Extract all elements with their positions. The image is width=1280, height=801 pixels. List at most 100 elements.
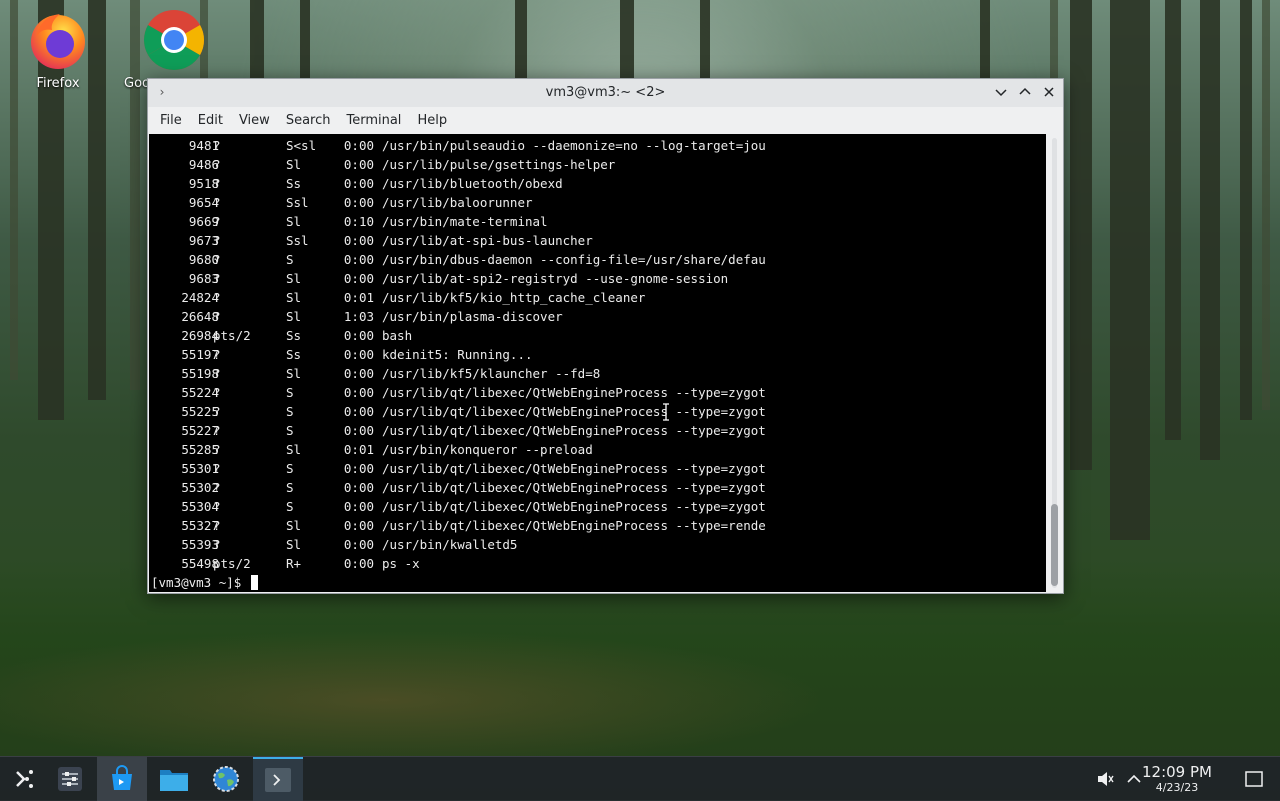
- process-time: 0:00: [343, 404, 374, 419]
- terminal-icon: [265, 768, 291, 792]
- process-stat: S: [286, 480, 294, 495]
- firefox-icon: [26, 8, 90, 72]
- terminal-scrollbar[interactable]: [1047, 134, 1062, 592]
- window-titlebar[interactable]: › vm3@vm3:~ <2>: [148, 79, 1063, 107]
- process-pid: 55498: [181, 556, 219, 571]
- process-command: /usr/bin/konqueror --preload: [382, 442, 593, 457]
- process-stat: S: [286, 252, 294, 267]
- process-tty: ?: [213, 195, 221, 210]
- browser-globe-icon: [213, 766, 239, 792]
- process-row: 9481? S<sl 0:00/usr/bin/pulseaudio --daemo…: [149, 136, 1029, 155]
- process-pid: 55198: [181, 366, 219, 381]
- process-command: /usr/lib/qt/libexec/QtWebEngineProcess -…: [382, 423, 766, 438]
- shell-prompt[interactable]: [vm3@vm3 ~]$: [151, 573, 258, 592]
- process-pid: 9673: [188, 233, 219, 248]
- application-launcher-button[interactable]: [0, 757, 50, 801]
- process-time: 0:00: [343, 233, 374, 248]
- show-desktop-icon: [1245, 771, 1263, 787]
- process-tty: ?: [213, 252, 221, 267]
- system-settings-sliders-icon: [58, 767, 82, 791]
- menu-view[interactable]: View: [231, 109, 278, 132]
- menu-search[interactable]: Search: [278, 109, 339, 132]
- process-stat: Sl: [286, 214, 302, 229]
- process-row: 26984 pts/2 Ss 0:00 bash: [149, 326, 1029, 345]
- process-row: 24824? Sl 0:01/usr/lib/kf5/kio_http_cache_…: [149, 288, 1029, 307]
- process-pid: 24824: [181, 290, 219, 305]
- process-tty: ?: [213, 347, 221, 362]
- menu-bar: File Edit View Search Terminal Help: [148, 107, 1063, 133]
- scrollbar-thumb[interactable]: [1051, 504, 1058, 586]
- process-pid: 26984: [181, 328, 219, 343]
- process-row: 26648? Sl 1:03/usr/bin/plasma-discover: [149, 307, 1029, 326]
- minimize-button[interactable]: [991, 83, 1011, 103]
- desktop-icon-label: Firefox: [36, 76, 80, 91]
- process-time: 0:00: [343, 176, 374, 191]
- show-desktop-button[interactable]: [1232, 757, 1276, 801]
- process-time: 0:00: [343, 556, 374, 571]
- process-stat: S: [286, 423, 294, 438]
- process-stat: Sl: [286, 537, 302, 552]
- process-stat: Sl: [286, 309, 302, 324]
- ibeam-cursor-icon: [663, 403, 669, 421]
- process-time: 0:00: [343, 518, 374, 533]
- process-tty: ?: [213, 214, 221, 229]
- digital-clock[interactable]: 12:09 PM 4/23/23: [1132, 764, 1222, 795]
- process-time: 0:00: [343, 328, 374, 343]
- menu-help[interactable]: Help: [409, 109, 455, 132]
- process-stat: R+: [286, 556, 302, 571]
- taskbar-settings-button[interactable]: [45, 757, 95, 801]
- process-stat: Sl: [286, 290, 302, 305]
- menu-edit[interactable]: Edit: [190, 109, 231, 132]
- process-tty: ?: [213, 157, 221, 172]
- process-row: 9518? Ss 0:00/usr/lib/bluetooth/obexd: [149, 174, 1029, 193]
- maximize-button[interactable]: [1015, 83, 1035, 103]
- process-command: /usr/bin/pulseaudio --daemonize=no --log…: [382, 138, 766, 153]
- process-command: /usr/lib/qt/libexec/QtWebEngineProcess -…: [382, 480, 766, 495]
- process-pid: 55304: [181, 499, 219, 514]
- process-tty: ?: [213, 442, 221, 457]
- close-button[interactable]: [1039, 83, 1059, 103]
- close-icon: [1044, 87, 1054, 97]
- process-time: 1:03: [343, 309, 374, 324]
- process-stat: S: [286, 404, 294, 419]
- process-stat: S: [286, 499, 294, 514]
- process-command: ps -x: [382, 556, 420, 571]
- chevron-up-icon: [1019, 87, 1031, 95]
- menu-terminal[interactable]: Terminal: [338, 109, 409, 132]
- terminal-output[interactable]: 9481? S<sl 0:00/usr/bin/pulseaudio --daemo…: [149, 134, 1046, 592]
- desktop-icon-firefox[interactable]: Firefox: [13, 8, 103, 91]
- process-pid: 55197: [181, 347, 219, 362]
- terminal-window[interactable]: › vm3@vm3:~ <2> File Edit View Search Te…: [147, 78, 1064, 594]
- chevron-down-icon: [995, 89, 1007, 97]
- process-command: /usr/bin/dbus-daemon --config-file=/usr/…: [382, 252, 766, 267]
- process-tty: ?: [213, 461, 221, 476]
- clock-time: 12:09 PM: [1142, 763, 1212, 781]
- process-row: 55393? Sl 0:00/usr/bin/kwalletd5: [149, 535, 1029, 554]
- process-row: 55301? S 0:00/usr/lib/qt/libexec/QtWebEngi…: [149, 459, 1029, 478]
- taskbar-terminal-button[interactable]: [253, 757, 303, 801]
- taskbar-browser-button[interactable]: [201, 757, 251, 801]
- prompt-text: [vm3@vm3 ~]$: [151, 575, 249, 590]
- taskbar-discover-button[interactable]: [97, 757, 147, 801]
- process-time: 0:01: [343, 290, 374, 305]
- process-stat: Sl: [286, 157, 302, 172]
- process-tty: pts/2: [213, 556, 251, 571]
- taskbar-file-manager-button[interactable]: [149, 757, 199, 801]
- menu-file[interactable]: File: [152, 109, 190, 132]
- window-title: vm3@vm3:~ <2>: [545, 85, 666, 100]
- process-tty: ?: [213, 309, 221, 324]
- process-row: 9673? Ssl 0:00/usr/lib/at-spi-bus-launcher: [149, 231, 1029, 250]
- process-command: kdeinit5: Running...: [382, 347, 533, 362]
- process-tty: pts/2: [213, 328, 251, 343]
- process-command: /usr/lib/baloorunner: [382, 195, 533, 210]
- process-tty: ?: [213, 138, 221, 153]
- process-pid: 9654: [188, 195, 219, 210]
- process-command: /usr/bin/mate-terminal: [382, 214, 548, 229]
- process-time: 0:00: [343, 461, 374, 476]
- process-pid: 9486: [188, 157, 219, 172]
- process-time: 0:00: [343, 423, 374, 438]
- process-time: 0:00: [343, 347, 374, 362]
- chrome-icon: [142, 8, 206, 72]
- process-row: 9654? Ssl 0:00/usr/lib/baloorunner: [149, 193, 1029, 212]
- process-tty: ?: [213, 480, 221, 495]
